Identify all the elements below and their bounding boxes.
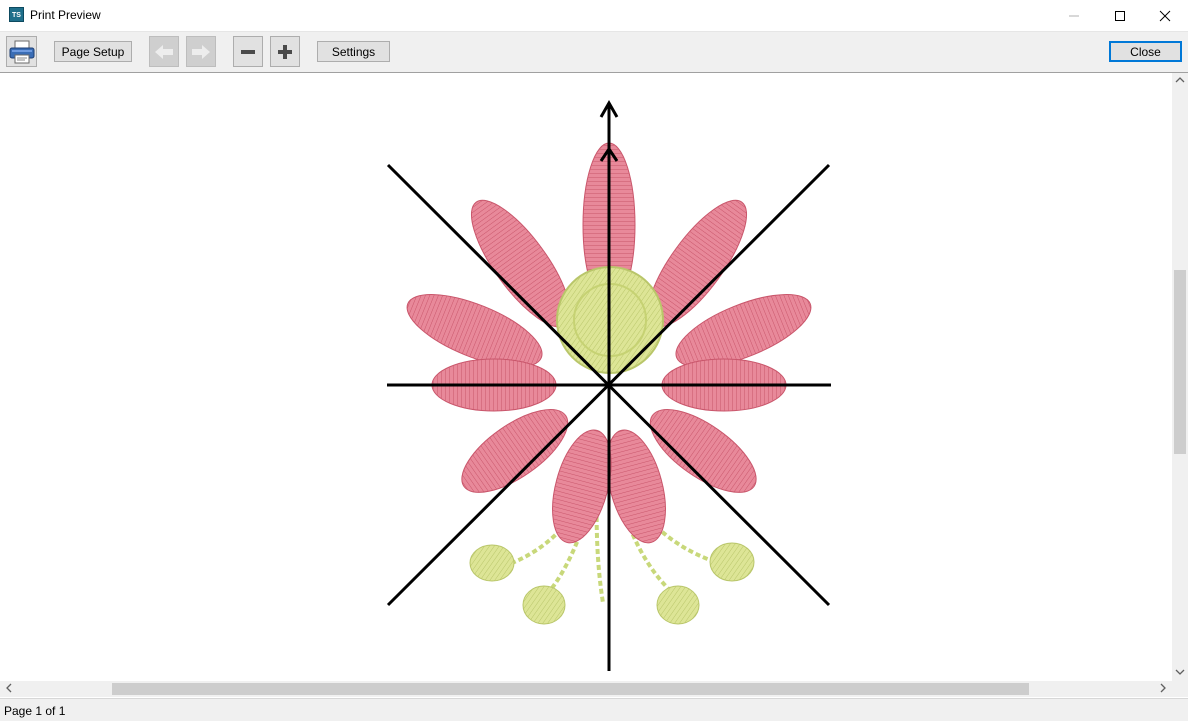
scroll-left-icon[interactable]: [4, 683, 14, 697]
plus-icon: [278, 44, 292, 59]
close-button[interactable]: Close: [1109, 41, 1182, 62]
arrow-left-icon: [155, 44, 173, 59]
page-setup-button[interactable]: Page Setup: [54, 41, 132, 62]
printer-icon: [9, 40, 34, 63]
toolbar: Page Setup Settings Close: [0, 32, 1188, 73]
scroll-down-icon[interactable]: [1175, 667, 1185, 681]
minimize-icon: [1069, 15, 1079, 16]
window-title: Print Preview: [30, 8, 101, 22]
horizontal-scrollbar[interactable]: [0, 681, 1172, 697]
page-indicator: Page 1 of 1: [4, 704, 66, 718]
settings-button[interactable]: Settings: [317, 41, 390, 62]
horizontal-scroll-thumb[interactable]: [112, 683, 1029, 695]
preview-canvas: [0, 73, 1172, 681]
next-page-button[interactable]: [186, 36, 216, 67]
title-bar: TS Print Preview: [0, 0, 1188, 32]
scroll-right-icon[interactable]: [1158, 683, 1168, 697]
vertical-scroll-thumb[interactable]: [1174, 270, 1186, 454]
maximize-icon: [1115, 10, 1125, 21]
minus-icon: [241, 49, 255, 54]
print-button[interactable]: [6, 36, 37, 67]
previous-page-button[interactable]: [149, 36, 179, 67]
vertical-scrollbar[interactable]: [1172, 73, 1188, 681]
close-window-icon: [1159, 10, 1171, 21]
maximize-button[interactable]: [1097, 0, 1143, 31]
minimize-button[interactable]: [1051, 0, 1097, 31]
status-bar: Page 1 of 1: [0, 698, 1188, 721]
zoom-in-button[interactable]: [270, 36, 300, 67]
scrollbar-corner: [1172, 681, 1188, 697]
zoom-out-button[interactable]: [233, 36, 263, 67]
stem-buds: [469, 542, 755, 625]
close-window-button[interactable]: [1142, 0, 1188, 31]
app-icon: TS: [9, 7, 24, 22]
scroll-up-icon[interactable]: [1175, 75, 1185, 89]
arrow-right-icon: [192, 44, 210, 59]
embroidery-design: [386, 99, 831, 671]
